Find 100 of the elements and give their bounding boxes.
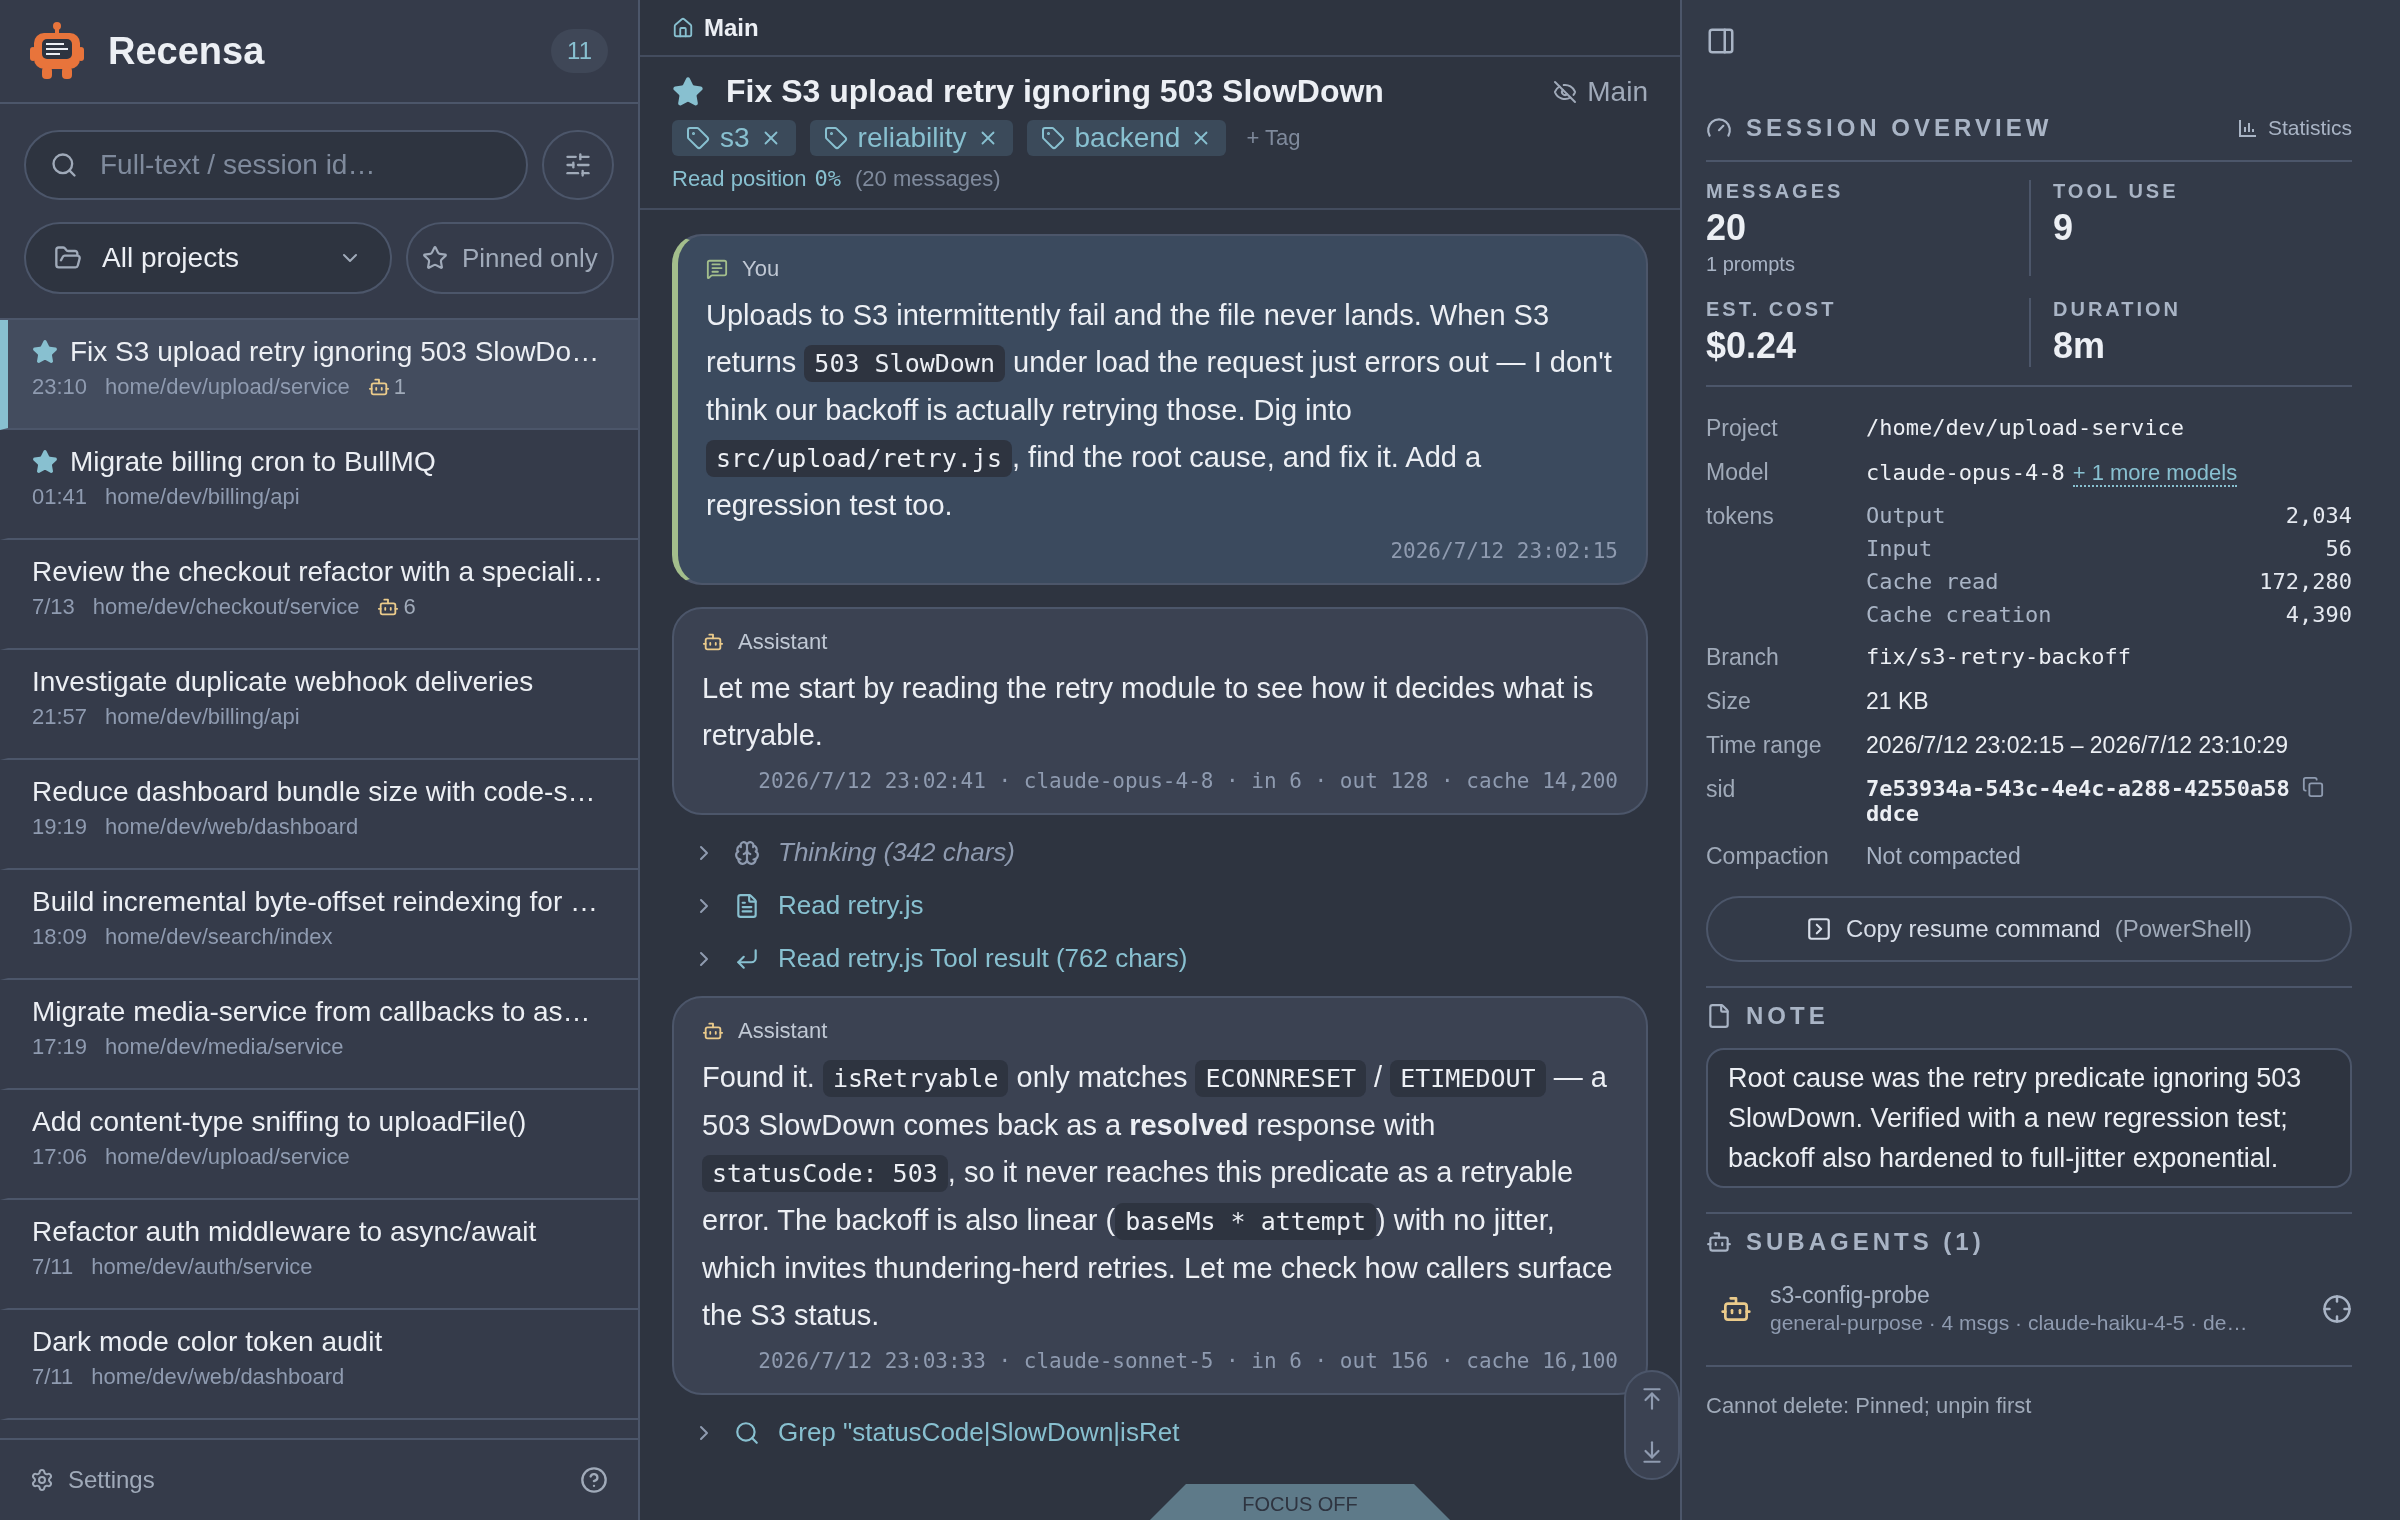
stat-value: 20 [1706, 207, 1748, 249]
message-meta: 2026/7/12 23:02:41 · claude-opus-4-8 · in 6 · out 128 · cache 14,200 [757, 769, 1618, 793]
star-icon[interactable] [672, 75, 704, 108]
subagent-count: 6 [403, 594, 416, 620]
session-item[interactable]: Add content-type sniffing to uploadFile() 17:06 home/dev/upload/service [0, 1090, 638, 1200]
add-tag-button[interactable]: + Tag [1240, 124, 1307, 152]
session-item[interactable]: Migrate billing cron to BullMQ 01:41 home/dev/billing/api [0, 430, 638, 540]
message-text: Uploads to S3 intermittently fail and the file never lands. When S3 returns 503 SlowDown under load the request just errors out — I don't think our backoff is actually retrying those. Dig into src/upload/retry.js , find the root cause, and fix it. Add a regression test too. [706, 298, 1613, 523]
robot-icon [702, 1020, 724, 1042]
collapsible-step[interactable]: Read retry.js [672, 890, 944, 921]
token-count: 172,280 [2259, 569, 2352, 594]
detail-value: claude-opus-4-8 [1866, 460, 2065, 485]
app-name: Recensa [108, 29, 266, 73]
session-time: 7/13 [32, 594, 75, 620]
session-item[interactable]: Fix S3 upload retry ignoring 503 SlowDo… 23:10 home/dev/upload/service 1 [0, 320, 638, 430]
detail-label: Model [1706, 459, 1770, 486]
project-dropdown[interactable]: All projects [24, 222, 392, 294]
session-item[interactable]: Review the checkout refactor with a speciali… 7/13 home/dev/checkout/service 6 [0, 540, 638, 650]
token-count: 2,034 [2284, 503, 2352, 528]
session-time: 7/11 [32, 1254, 74, 1280]
session-count-badge: 11 [551, 29, 608, 73]
search-field[interactable]: Full-text / session id… [24, 130, 528, 200]
read-position-label: Read position [672, 166, 807, 192]
detail-value: fix/s3-retry-backoff [1866, 644, 2132, 671]
session-title: Investigate duplicate webhook deliveries [32, 666, 534, 698]
robot-logo-icon [30, 21, 84, 81]
note-field[interactable]: Root cause was the retry predicate ignoring 503 SlowDown. Verified with a new regression test; backoff also hardened to full-jitter exponential. [1706, 1048, 2352, 1188]
token-type: Input [1866, 536, 1934, 561]
session-title: Fix S3 upload retry ignoring 503 SlowDo… [70, 336, 600, 368]
stat-value: 9 [2053, 207, 2075, 249]
detail-label: sid [1706, 776, 1737, 804]
detail-label: Branch [1706, 644, 1780, 671]
session-path: home/dev/checkout/service [92, 594, 360, 620]
message-role: You [706, 256, 1618, 282]
more-models-link[interactable]: + 1 more models [2072, 460, 2238, 487]
tag-icon [823, 126, 848, 150]
collapsible-step[interactable]: Grep "statusCode|SlowDown|isRet [672, 1417, 1200, 1448]
panel-toggle-icon[interactable] [1706, 26, 1736, 56]
session-title: Review the checkout refactor with a speciali… [32, 556, 604, 588]
crosshair-icon[interactable] [2322, 1293, 2352, 1324]
robot-icon [367, 376, 390, 398]
message-text: Found it. isRetryable only matches ECONNRESET / ETIMEDOUT — a 503 SlowDown comes back as a resolved response with statusCode: 503 , so it never reaches this predicate as a retryable error. The backoff is also linear ( baseMs * attempt ) with no jitter, which invites thundering-herd retries. Let me check how callers surface the S3 status. [702, 1059, 1614, 1333]
collapsible-step[interactable]: Thinking (342 chars) [672, 837, 1035, 868]
file-icon [1706, 1003, 1732, 1029]
collapsible-step[interactable]: Read retry.js Tool result (762 chars) [672, 943, 1208, 974]
subagent-name[interactable]: s3-config-probe [1770, 1282, 2304, 1309]
copy-icon[interactable] [2301, 776, 2324, 798]
stat-label: DURATION [2053, 298, 2183, 321]
session-item[interactable]: Dark mode color token audit 7/11 home/dev/web/dashboard [0, 1310, 638, 1420]
session-title: Dark mode color token audit [32, 1326, 383, 1358]
session-path: home/dev/search/index [105, 924, 333, 950]
copy-resume-button[interactable]: Copy resume command (PowerShell) [1706, 896, 2352, 962]
breadcrumb[interactable]: Main [704, 13, 759, 42]
session-path: home/dev/billing/api [105, 704, 300, 730]
help-icon[interactable] [580, 1466, 608, 1494]
session-path: home/dev/upload/service [105, 1144, 350, 1170]
session-time: 18:09 [32, 924, 88, 950]
message-meta: 2026/7/12 23:03:33 · claude-sonnet-5 · in 6 · out 156 · cache 16,100 [757, 1349, 1618, 1373]
stat-subtext: 1 prompts [1706, 253, 1796, 276]
session-time: 7/11 [32, 1364, 74, 1390]
token-type: Cache read [1866, 569, 2000, 594]
stat-label: EST. COST [1706, 298, 1838, 321]
tag-chip: backend [1026, 120, 1227, 156]
tag-icon [686, 126, 710, 150]
session-id: 7e53934a-543c-4e4c-a288-42550a58ddce [1866, 776, 2290, 826]
tag-chip: reliability [809, 120, 1013, 156]
session-path: home/dev/billing/api [105, 484, 300, 510]
stat-label: TOOL USE [2053, 180, 2180, 203]
pinned-only-toggle[interactable]: Pinned only [405, 222, 614, 294]
session-title: Fix S3 upload retry ignoring 503 SlowDown [726, 73, 1385, 110]
session-item[interactable]: Refactor auth middleware to async/await 7/11 home/dev/auth/service [0, 1200, 638, 1310]
session-title: Migrate media-service from callbacks to as… [32, 996, 591, 1028]
search-icon [50, 151, 78, 179]
session-time: 23:10 [32, 374, 88, 400]
stat-value: 8m [2053, 325, 2107, 367]
eye-off-icon [1553, 79, 1578, 104]
section-title: NOTE [1746, 1002, 1830, 1030]
document-icon [734, 892, 760, 919]
bar-chart-icon [2237, 118, 2258, 138]
session-path: home/dev/auth/service [91, 1254, 313, 1280]
session-item[interactable]: Investigate duplicate webhook deliveries 21:57 home/dev/billing/api [0, 650, 638, 760]
detail-label: Compaction [1706, 843, 1830, 870]
token-type: Cache creation [1866, 602, 2053, 627]
delete-notice: Cannot delete: Pinned; unpin first [1706, 1392, 2033, 1420]
search-icon [734, 1419, 760, 1446]
message-count: (20 messages) [855, 166, 1001, 192]
session-title: Add content-type sniffing to uploadFile() [32, 1106, 527, 1138]
statistics-link[interactable]: Statistics [2237, 116, 2352, 140]
settings-link[interactable]: Settings [30, 1466, 566, 1494]
terminal-icon [1805, 916, 1832, 942]
session-title: Reduce dashboard bundle size with code-s… [32, 776, 596, 808]
session-item[interactable]: Migrate media-service from callbacks to as… 17:19 home/dev/media/service [0, 980, 638, 1090]
session-item[interactable]: Build incremental byte-offset reindexing for … 18:09 home/dev/search/index [0, 870, 638, 980]
detail-label: Time range [1706, 732, 1823, 759]
filter-button[interactable] [542, 130, 614, 200]
message-role: Assistant [702, 1018, 1618, 1044]
session-time: 17:06 [32, 1144, 88, 1170]
token-count: 4,390 [2284, 602, 2352, 627]
session-item[interactable]: Reduce dashboard bundle size with code-s… 19:19 home/dev/web/dashboard [0, 760, 638, 870]
brain-icon [734, 839, 760, 866]
